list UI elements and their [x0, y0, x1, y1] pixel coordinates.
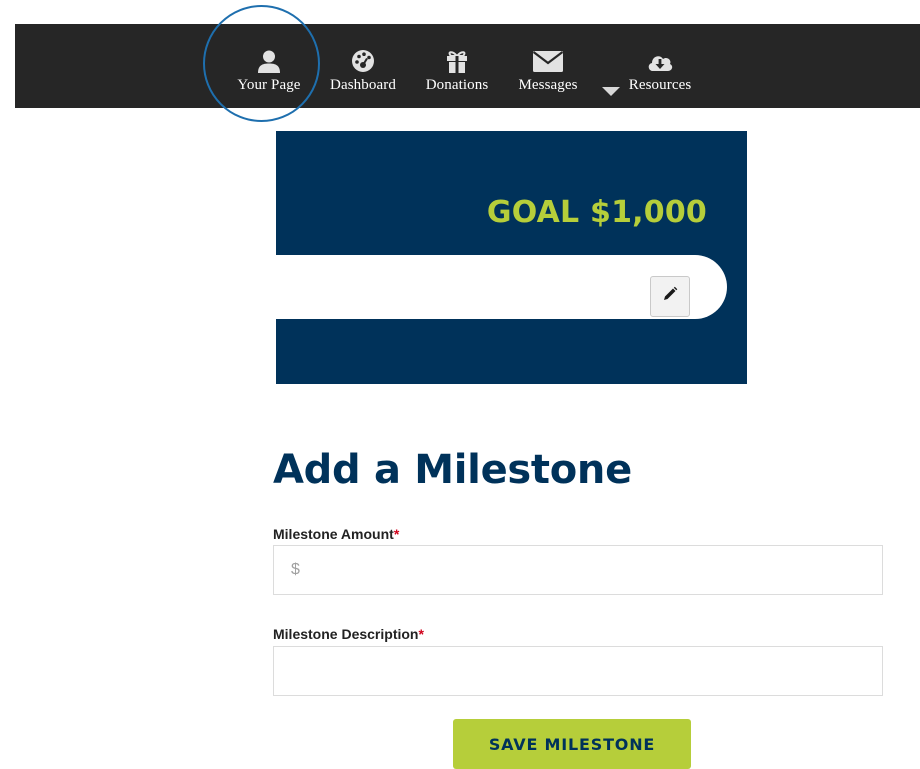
nav-label-dashboard: Dashboard	[330, 77, 396, 93]
milestone-description-input[interactable]	[273, 646, 883, 696]
milestone-description-label-text: Milestone Description	[273, 626, 419, 642]
nav-item-resources[interactable]: Resources	[619, 24, 701, 108]
required-marker: *	[418, 626, 424, 642]
messages-dropdown-caret-icon[interactable]	[602, 87, 620, 96]
pencil-icon	[662, 286, 678, 307]
nav-label-donations: Donations	[425, 77, 489, 93]
milestone-amount-label: Milestone Amount*	[273, 526, 399, 542]
save-milestone-button[interactable]: SAVE MILESTONE	[453, 719, 691, 769]
nav-item-donations[interactable]: Donations	[416, 24, 498, 108]
nav-item-messages[interactable]: Messages	[509, 24, 587, 108]
page-title: Add a Milestone	[273, 447, 632, 493]
milestone-description-label: Milestone Description*	[273, 626, 424, 642]
milestone-amount-input[interactable]	[273, 545, 883, 595]
nav-item-dashboard[interactable]: Dashboard	[323, 24, 403, 108]
edit-goal-button[interactable]	[650, 276, 690, 317]
nav-label-your-page: Your Page	[237, 77, 301, 93]
nav-label-resources: Resources	[628, 77, 692, 93]
top-navigation-bar: Your Page Dashboard Donations Messages R…	[15, 24, 920, 108]
user-icon	[257, 39, 281, 73]
nav-label-messages: Messages	[518, 77, 578, 93]
nav-item-your-page[interactable]: Your Page	[229, 24, 309, 108]
milestone-amount-label-text: Milestone Amount	[273, 526, 394, 542]
fundraising-banner: GOAL $1,000	[276, 131, 747, 384]
envelope-icon	[532, 39, 564, 73]
cloud-download-icon	[647, 39, 673, 73]
goal-amount: GOAL $1,000	[486, 195, 707, 230]
gift-icon	[446, 39, 468, 73]
dashboard-gauge-icon	[351, 39, 375, 73]
required-marker: *	[393, 526, 400, 542]
